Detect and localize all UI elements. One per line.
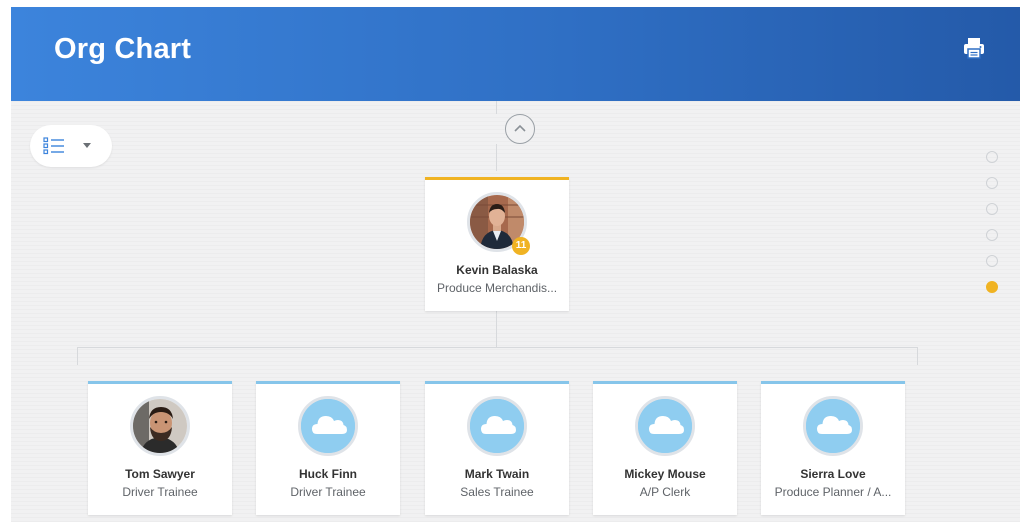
level-dot[interactable]: [986, 229, 998, 241]
printer-icon: [964, 38, 984, 59]
employee-role: Driver Trainee: [290, 485, 366, 499]
employee-card-sierra-love[interactable]: Sierra Love Produce Planner / A...: [761, 381, 905, 515]
employee-role: A/P Clerk: [639, 485, 691, 499]
level-dot[interactable]: [986, 151, 998, 163]
employee-card-mark-twain[interactable]: Mark Twain Sales Trainee: [425, 381, 569, 515]
avatar: [803, 396, 863, 456]
employee-card-huck-finn[interactable]: Huck Finn Driver Trainee: [256, 381, 400, 515]
cloud-icon: [470, 399, 524, 453]
employee-name: Kevin Balaska: [456, 263, 538, 277]
connector-up: [496, 144, 497, 171]
level-dot-active[interactable]: [986, 281, 998, 293]
level-dot[interactable]: [986, 177, 998, 189]
navigate-up-button[interactable]: [505, 114, 535, 144]
cloud-icon: [806, 399, 860, 453]
page-title: Org Chart: [54, 33, 192, 65]
employee-card-tom-sawyer[interactable]: Tom Sawyer Driver Trainee: [88, 381, 232, 515]
cloud-icon: [301, 399, 355, 453]
connector-top: [496, 101, 497, 114]
level-dot[interactable]: [986, 255, 998, 267]
avatar: [298, 396, 358, 456]
employee-role: Produce Merchandis...: [436, 281, 558, 295]
direct-reports-badge: 11: [512, 237, 530, 255]
avatar: [635, 396, 695, 456]
connector-left-drop: [77, 347, 78, 365]
employee-role: Sales Trainee: [460, 485, 534, 499]
cloud-icon: [638, 399, 692, 453]
connector-down: [496, 306, 497, 347]
view-mode-dropdown[interactable]: [30, 125, 112, 167]
employee-role: Driver Trainee: [122, 485, 198, 499]
employee-name: Mark Twain: [464, 467, 530, 481]
manager-card[interactable]: 11 Kevin Balaska Produce Merchandis...: [425, 177, 569, 311]
avatar: [467, 396, 527, 456]
level-dot[interactable]: [986, 203, 998, 215]
employee-card-mickey-mouse[interactable]: Mickey Mouse A/P Clerk: [593, 381, 737, 515]
caret-down-icon: [83, 143, 91, 148]
avatar: [130, 396, 190, 456]
employee-name: Sierra Love: [800, 467, 866, 481]
connector-horizontal: [77, 347, 918, 348]
chevron-up-icon: [514, 124, 526, 132]
org-chart-frame: Org Chart 11 Kevin Balaska Produce Merch…: [11, 7, 1020, 522]
employee-name: Tom Sawyer: [125, 467, 195, 481]
print-button[interactable]: [961, 35, 987, 61]
org-chart-canvas: 11 Kevin Balaska Produce Merchandis... T…: [11, 101, 1020, 522]
employee-name: Huck Finn: [298, 467, 357, 481]
page-header: Org Chart: [11, 7, 1020, 101]
employee-name: Mickey Mouse: [624, 467, 706, 481]
list-view-icon: [43, 137, 64, 155]
connector-right-drop: [917, 347, 918, 365]
employee-role: Produce Planner / A...: [774, 485, 892, 499]
